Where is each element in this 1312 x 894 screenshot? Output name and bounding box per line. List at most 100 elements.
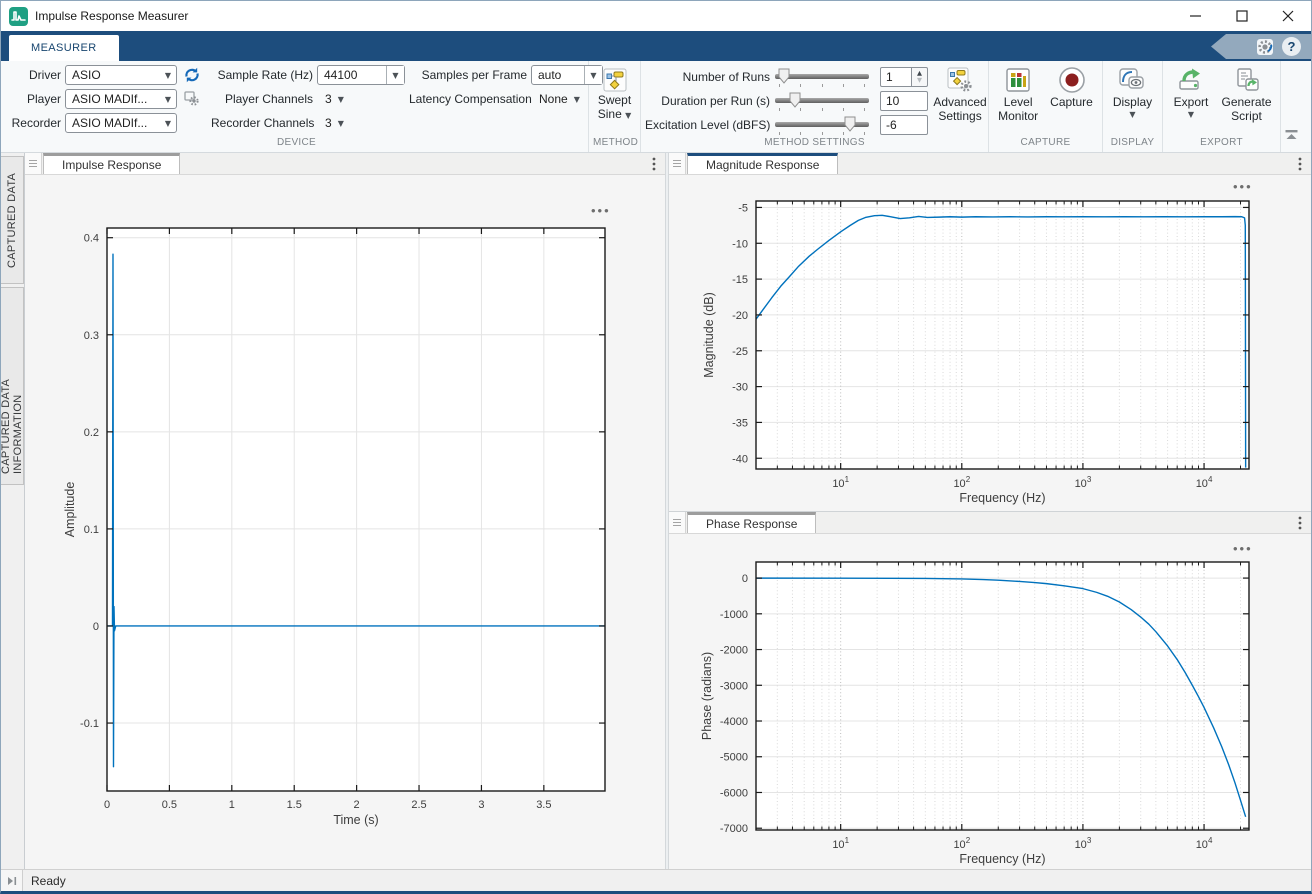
svg-text:0: 0 [93,621,99,633]
panel-menu-icon[interactable] [1289,153,1311,174]
svg-text:-6000: -6000 [720,787,748,799]
capture-button[interactable]: Capture [1045,63,1098,137]
number-of-runs-slider[interactable] [775,67,871,87]
chevron-down-icon: ▼ [386,66,404,84]
svg-text:3: 3 [478,799,484,811]
svg-text:0: 0 [742,573,748,585]
svg-text:-25: -25 [732,346,748,358]
level-monitor-button[interactable]: Level Monitor [993,63,1043,137]
slider-thumb [778,68,790,84]
excitation-level-slider[interactable] [775,115,871,135]
recorder-label: Recorder [9,116,61,130]
section-method-settings: Number of Runs 1 ▲▼ Duration per Run (s) [641,61,989,152]
svg-text:0.5: 0.5 [162,799,177,811]
recorder-combo[interactable]: ASIO MADIf...▼ [65,113,177,133]
duration-per-run-field[interactable]: 10 [880,91,928,111]
export-button[interactable]: Export ▼ [1167,63,1215,137]
driver-combo[interactable]: ASIO▼ [65,65,177,85]
driver-label: Driver [9,68,61,82]
number-of-runs-field[interactable]: 1 ▲▼ [880,67,932,87]
svg-text:103: 103 [1075,475,1092,490]
impulse-panel-header: Impulse Response [25,153,665,175]
svg-text:-2000: -2000 [720,645,748,657]
svg-text:Frequency (Hz): Frequency (Hz) [959,491,1045,505]
svg-text:Frequency (Hz): Frequency (Hz) [959,852,1045,866]
excitation-level-field[interactable]: -6 [880,115,928,135]
display-button[interactable]: Display ▼ [1108,63,1157,137]
axes-options-icon[interactable]: ••• [591,207,611,215]
swept-sine-button[interactable]: Swept Sine ▼ [593,63,636,137]
recorder-channels-label: Recorder Channels [211,116,313,130]
svg-text:101: 101 [832,475,849,490]
svg-text:-20: -20 [732,310,748,322]
sidebar-tab-captured-data[interactable]: CAPTURED DATA [1,156,24,284]
section-display: Display ▼ DISPLAY [1103,61,1163,152]
svg-text:Amplitude: Amplitude [63,482,77,538]
magnitude-panel-header: Magnitude Response [669,153,1311,175]
chevron-down-icon: ▼ [1188,109,1194,120]
sample-rate-combo[interactable]: 44100▼ [317,65,405,85]
svg-text:0.2: 0.2 [84,427,99,439]
axes-options-icon[interactable]: ••• [1233,183,1253,191]
tab-magnitude-response[interactable]: Magnitude Response [687,153,838,174]
svg-text:0.1: 0.1 [84,524,99,536]
magnitude-response-panel: Magnitude Response ••• -40-35-30-25-20-1… [669,153,1311,511]
chevron-down-icon: ▼ [162,119,174,128]
svg-text:102: 102 [953,475,970,490]
chevron-down-icon: ▼ [162,71,174,80]
duration-per-run-slider[interactable] [775,91,871,111]
player-channels-dropdown[interactable]: 3▼ [317,92,405,106]
window-title: Impulse Response Measurer [35,9,1173,23]
expand-statusbar-icon[interactable] [1,870,23,891]
refresh-devices-icon[interactable] [181,64,203,86]
svg-text:102: 102 [953,836,970,851]
panel-menu-icon[interactable] [643,153,665,174]
method-section-label: METHOD [593,137,636,152]
ribbon-tabstrip: MEASURER ? [1,31,1311,61]
advanced-settings-icon [947,65,973,95]
chevron-down-icon: ▼ [162,95,174,104]
duration-per-run-label: Duration per Run (s) [645,94,770,108]
device-settings-gear-icon[interactable] [181,88,203,110]
magnitude-response-chart: -40-35-30-25-20-15-10-5101102103104Frequ… [669,175,1311,516]
generate-script-icon [1234,65,1260,95]
generate-script-button[interactable]: Generate Script [1217,63,1276,137]
spinner-down-icon: ▼ [917,77,922,84]
player-label: Player [9,92,61,106]
panel-grip-icon[interactable] [25,153,42,174]
spinner-buttons[interactable]: ▲▼ [912,67,928,87]
collapse-toolstrip-button[interactable] [1284,128,1299,146]
chevron-down-icon: ▼ [1129,109,1135,120]
method-settings-section-label: METHOD SETTINGS [645,137,984,152]
title-bar: Impulse Response Measurer [1,1,1311,31]
axes-options-icon[interactable]: ••• [1233,545,1253,553]
sidebar-tab-captured-data-information[interactable]: CAPTURED DATA INFORMATION [1,287,24,485]
minimize-button[interactable] [1173,1,1219,31]
player-combo[interactable]: ASIO MADIf...▼ [65,89,177,109]
phase-response-panel: Phase Response ••• -7000-6000-5000-4000-… [669,511,1311,869]
excitation-level-label: Excitation Level (dBFS) [645,118,770,132]
svg-text:104: 104 [1196,475,1213,490]
chevron-down-icon: ▼ [338,95,344,104]
maximize-button[interactable] [1219,1,1265,31]
phase-plot-area: ••• -7000-6000-5000-4000-3000-2000-10000… [669,534,1311,869]
tab-measurer[interactable]: MEASURER [9,35,119,61]
recorder-channels-dropdown[interactable]: 3▼ [317,116,405,130]
chevron-down-icon: ▼ [338,119,344,128]
capture-record-icon [1058,65,1086,95]
svg-text:-5: -5 [738,202,748,214]
advanced-settings-button[interactable]: Advanced Settings [936,63,984,137]
swept-sine-icon [603,67,627,93]
close-button[interactable] [1265,1,1311,31]
display-icon [1118,65,1146,95]
display-section-label: DISPLAY [1107,137,1158,152]
section-capture: Level Monitor Capture CAPTURE [989,61,1103,152]
preferences-gear-icon[interactable] [1255,37,1275,57]
svg-text:-30: -30 [732,382,748,394]
help-icon[interactable]: ? [1282,37,1301,56]
tab-impulse-response[interactable]: Impulse Response [43,153,180,174]
panel-grip-icon[interactable] [669,153,686,174]
svg-text:-15: -15 [732,274,748,286]
svg-text:2.5: 2.5 [411,799,426,811]
svg-text:103: 103 [1075,836,1092,851]
